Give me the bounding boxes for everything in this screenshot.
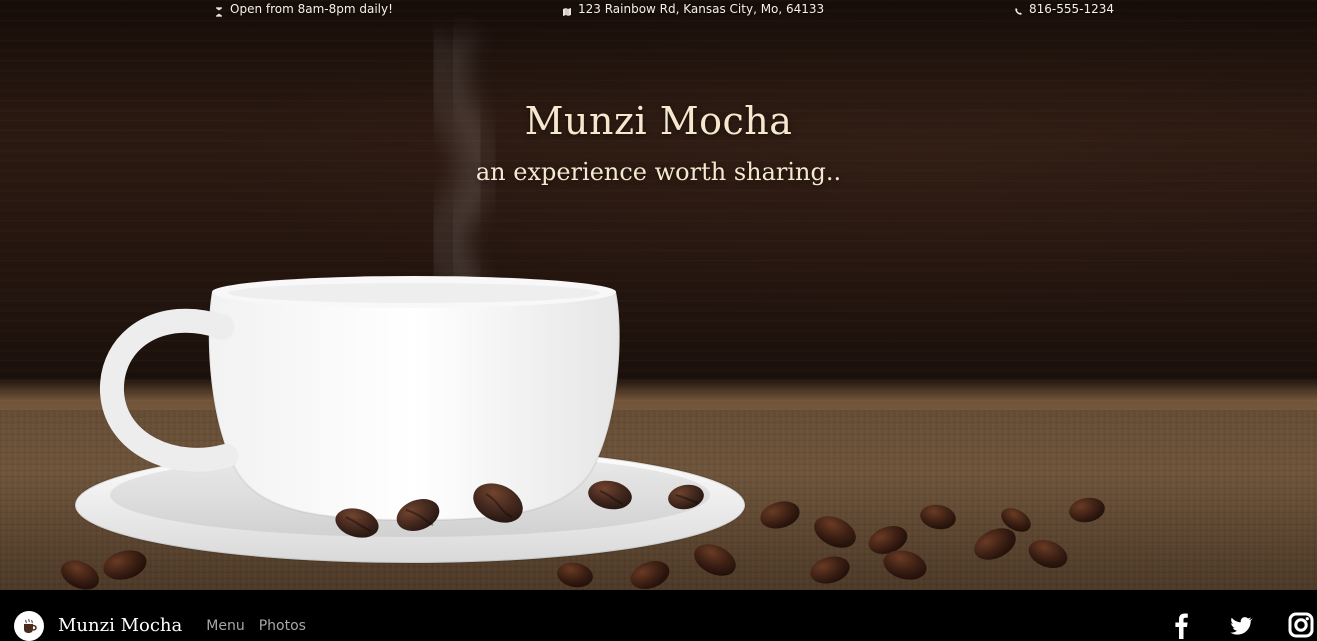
footer-left: Munzi Mocha Menu Photos xyxy=(14,611,306,641)
footer-brand-name[interactable]: Munzi Mocha xyxy=(58,614,182,638)
coffee-cup-illustration xyxy=(61,23,1105,590)
instagram-icon[interactable] xyxy=(1287,611,1315,639)
phone-icon xyxy=(1013,4,1023,15)
footer-nav: Menu Photos xyxy=(206,614,306,638)
footer-bar: Munzi Mocha Menu Photos xyxy=(0,590,1317,641)
hero-tagline: an experience worth sharing.. xyxy=(475,158,842,186)
address-text: 123 Rainbow Rd, Kansas City, Mo, 64133 xyxy=(578,2,825,16)
nav-menu[interactable]: Menu xyxy=(206,614,244,638)
phone-text: 816-555-1234 xyxy=(1029,2,1115,16)
topbar-address: 123 Rainbow Rd, Kansas City, Mo, 64133 xyxy=(562,0,824,18)
nav-photos[interactable]: Photos xyxy=(259,614,306,638)
facebook-icon[interactable] xyxy=(1167,611,1195,639)
topbar-phone: 816-555-1234 xyxy=(1013,0,1114,18)
brand-logo[interactable] xyxy=(14,611,44,641)
top-info-bar: Open from 8am-8pm daily! 123 Rainbow Rd,… xyxy=(0,0,1317,20)
twitter-icon[interactable] xyxy=(1227,611,1255,639)
hours-text: Open from 8am-8pm daily! xyxy=(230,2,393,16)
hero-title: Munzi Mocha xyxy=(524,99,793,143)
topbar-hours: Open from 8am-8pm daily! xyxy=(214,0,393,18)
hourglass-icon xyxy=(214,4,224,17)
map-icon xyxy=(562,4,572,16)
hero-section: Open from 8am-8pm daily! 123 Rainbow Rd,… xyxy=(0,0,1317,590)
